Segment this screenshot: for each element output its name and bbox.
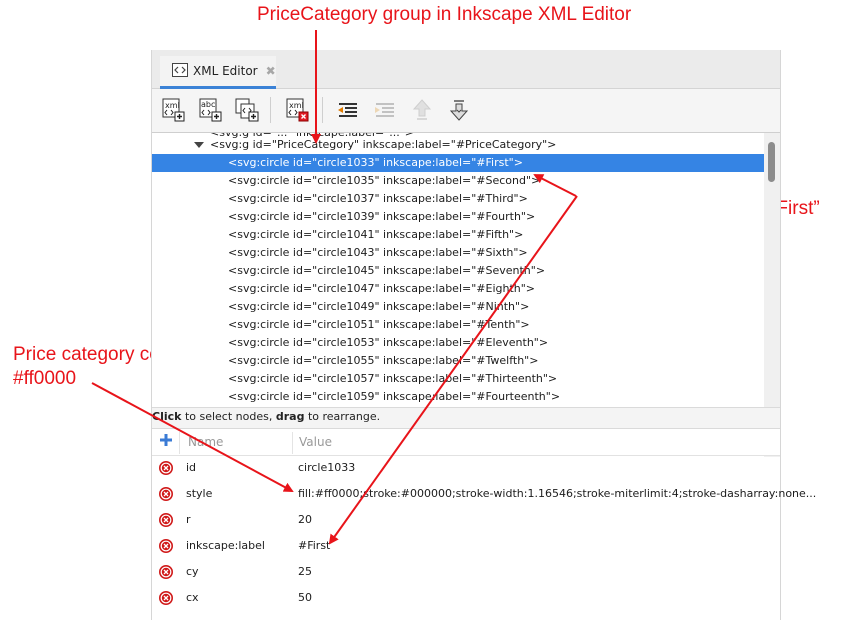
- tree-row-circle[interactable]: <svg:circle id="circle1033" inkscape:lab…: [152, 154, 764, 172]
- column-header-value: Value: [299, 435, 332, 449]
- attribute-name: id: [186, 461, 197, 474]
- unindent-icon: [338, 103, 357, 117]
- attribute-value[interactable]: 50: [298, 591, 312, 604]
- attribute-row[interactable]: style fill:#ff0000;stroke:#000000;stroke-…: [152, 481, 816, 507]
- close-icon[interactable]: ✖: [266, 64, 276, 78]
- column-divider: [179, 432, 180, 454]
- xml-editor-icon: [172, 62, 188, 80]
- new-element-node-icon: xml: [162, 98, 185, 122]
- annotation-pricecategory-group: PriceCategory group in Inkscape XML Edit…: [257, 4, 632, 25]
- column-header-name: Name: [188, 435, 224, 449]
- tree-row-label: <svg:circle id="circle1037" inkscape:lab…: [228, 192, 528, 205]
- tree-row-label: <svg:circle id="circle1039" inkscape:lab…: [228, 210, 536, 223]
- tree-row-label: <svg:circle id="circle1047" inkscape:lab…: [228, 282, 536, 295]
- delete-attribute-icon[interactable]: [159, 565, 173, 582]
- attribute-name: r: [186, 513, 191, 526]
- tree-row-label: <svg:circle id="circle1059" inkscape:lab…: [228, 390, 561, 403]
- svg-text:xml: xml: [289, 101, 304, 110]
- delete-attribute-icon[interactable]: [159, 539, 173, 556]
- delete-attribute-icon[interactable]: [159, 591, 173, 608]
- tree-row-circle[interactable]: <svg:circle id="circle1039" inkscape:lab…: [152, 208, 764, 226]
- indent-node-button[interactable]: [372, 97, 398, 123]
- delete-attribute-icon[interactable]: [159, 513, 173, 530]
- attribute-row[interactable]: inkscape:label #First: [152, 533, 780, 559]
- tab-xml-editor[interactable]: XML Editor ✖: [160, 56, 276, 89]
- tree-row-label: <svg:circle id="circle1051" inkscape:lab…: [228, 318, 530, 331]
- tree-row-circle[interactable]: <svg:circle id="circle1053" inkscape:lab…: [152, 334, 764, 352]
- expander-triangle-icon[interactable]: [194, 142, 204, 148]
- tab-label: XML Editor: [193, 64, 258, 78]
- tree-hint-bar: Click to select nodes, drag to rearrange…: [152, 407, 780, 429]
- dock-tab-bar: XML Editor ✖: [152, 50, 780, 89]
- tree-row-circle[interactable]: <svg:circle id="circle1059" inkscape:lab…: [152, 388, 764, 406]
- attribute-value[interactable]: #First: [298, 539, 330, 552]
- tree-row-pricecategory-group[interactable]: <svg:g id="PriceCategory" inkscape:label…: [152, 136, 764, 154]
- tree-row-circle[interactable]: <svg:circle id="circle1057" inkscape:lab…: [152, 370, 764, 388]
- tree-row-label: <svg:circle id="circle1057" inkscape:lab…: [228, 372, 558, 385]
- duplicate-node-button[interactable]: [234, 97, 260, 123]
- tree-row-circle[interactable]: <svg:circle id="circle1035" inkscape:lab…: [152, 172, 764, 190]
- attribute-row[interactable]: id circle1033: [152, 455, 780, 481]
- raise-node-icon: [412, 99, 432, 120]
- svg-text:abc: abc: [201, 100, 215, 109]
- raise-node-button[interactable]: [409, 97, 435, 123]
- xml-editor-panel: XML Editor ✖ xml abc xml <svg:g id="Pric…: [151, 50, 816, 620]
- duplicate-node-icon: [235, 98, 259, 122]
- tree-row-circle[interactable]: <svg:circle id="circle1037" inkscape:lab…: [152, 190, 764, 208]
- toolbar-separator: [270, 97, 271, 123]
- tree-row-circle[interactable]: <svg:circle id="circle1043" inkscape:lab…: [152, 244, 764, 262]
- tree-row-label: <svg:circle id="circle1033" inkscape:lab…: [228, 156, 523, 169]
- attribute-value[interactable]: 25: [298, 565, 312, 578]
- delete-attribute-icon[interactable]: [159, 461, 173, 478]
- new-text-node-icon: abc: [199, 98, 222, 122]
- unindent-node-button[interactable]: [335, 97, 361, 123]
- attribute-value[interactable]: fill:#ff0000;stroke:#000000;stroke-width…: [298, 487, 816, 500]
- delete-node-button[interactable]: xml: [284, 97, 310, 123]
- tree-row-circle[interactable]: <svg:circle id="circle1047" inkscape:lab…: [152, 280, 764, 298]
- svg-text:xml: xml: [165, 101, 180, 110]
- attribute-row[interactable]: cx 50: [152, 585, 780, 611]
- column-divider: [292, 432, 293, 454]
- plus-icon: [160, 434, 172, 446]
- attribute-value[interactable]: circle1033: [298, 461, 355, 474]
- delete-attribute-icon[interactable]: [159, 487, 173, 504]
- tree-row-label: <svg:circle id="circle1053" inkscape:lab…: [228, 336, 549, 349]
- lower-node-icon: [449, 100, 469, 121]
- tree-row-circle[interactable]: <svg:circle id="circle1041" inkscape:lab…: [152, 226, 764, 244]
- toolbar-separator: [322, 97, 323, 123]
- tree-hint-text: Click to select nodes, drag to rearrange…: [152, 408, 780, 426]
- new-text-node-button[interactable]: abc: [197, 97, 223, 123]
- xml-toolbar: xml abc xml: [152, 89, 780, 133]
- indent-icon: [375, 103, 394, 117]
- tree-row-circle[interactable]: <svg:circle id="circle1051" inkscape:lab…: [152, 316, 764, 334]
- tree-row-label: <svg:circle id="circle1049" inkscape:lab…: [228, 300, 530, 313]
- tree-row-label: <svg:circle id="circle1043" inkscape:lab…: [228, 246, 528, 259]
- attributes-header: Name Value: [152, 429, 780, 456]
- tree-row-label: <svg:circle id="circle1035" inkscape:lab…: [228, 174, 541, 187]
- attribute-name: cx: [186, 591, 199, 604]
- tree-row-label: <svg:circle id="circle1041" inkscape:lab…: [228, 228, 524, 241]
- scrollbar-thumb[interactable]: [768, 142, 775, 182]
- delete-node-icon: xml: [286, 98, 309, 122]
- attribute-row[interactable]: cy 25: [152, 559, 780, 585]
- tree-row-circle[interactable]: <svg:circle id="circle1045" inkscape:lab…: [152, 262, 764, 280]
- tree-row-label: <svg:circle id="circle1045" inkscape:lab…: [228, 264, 546, 277]
- lower-node-button[interactable]: [446, 97, 472, 123]
- attribute-name: cy: [186, 565, 199, 578]
- new-element-node-button[interactable]: xml: [160, 97, 186, 123]
- tree-row-circle[interactable]: <svg:circle id="circle1055" inkscape:lab…: [152, 352, 764, 370]
- attribute-name: inkscape:label: [186, 539, 265, 552]
- attribute-name: style: [186, 487, 213, 500]
- tree-row-circle[interactable]: <svg:circle id="circle1049" inkscape:lab…: [152, 298, 764, 316]
- tree-row-label: <svg:circle id="circle1055" inkscape:lab…: [228, 354, 539, 367]
- add-attribute-button[interactable]: [159, 433, 173, 450]
- attribute-row[interactable]: r 20: [152, 507, 780, 533]
- attribute-value[interactable]: 20: [298, 513, 312, 526]
